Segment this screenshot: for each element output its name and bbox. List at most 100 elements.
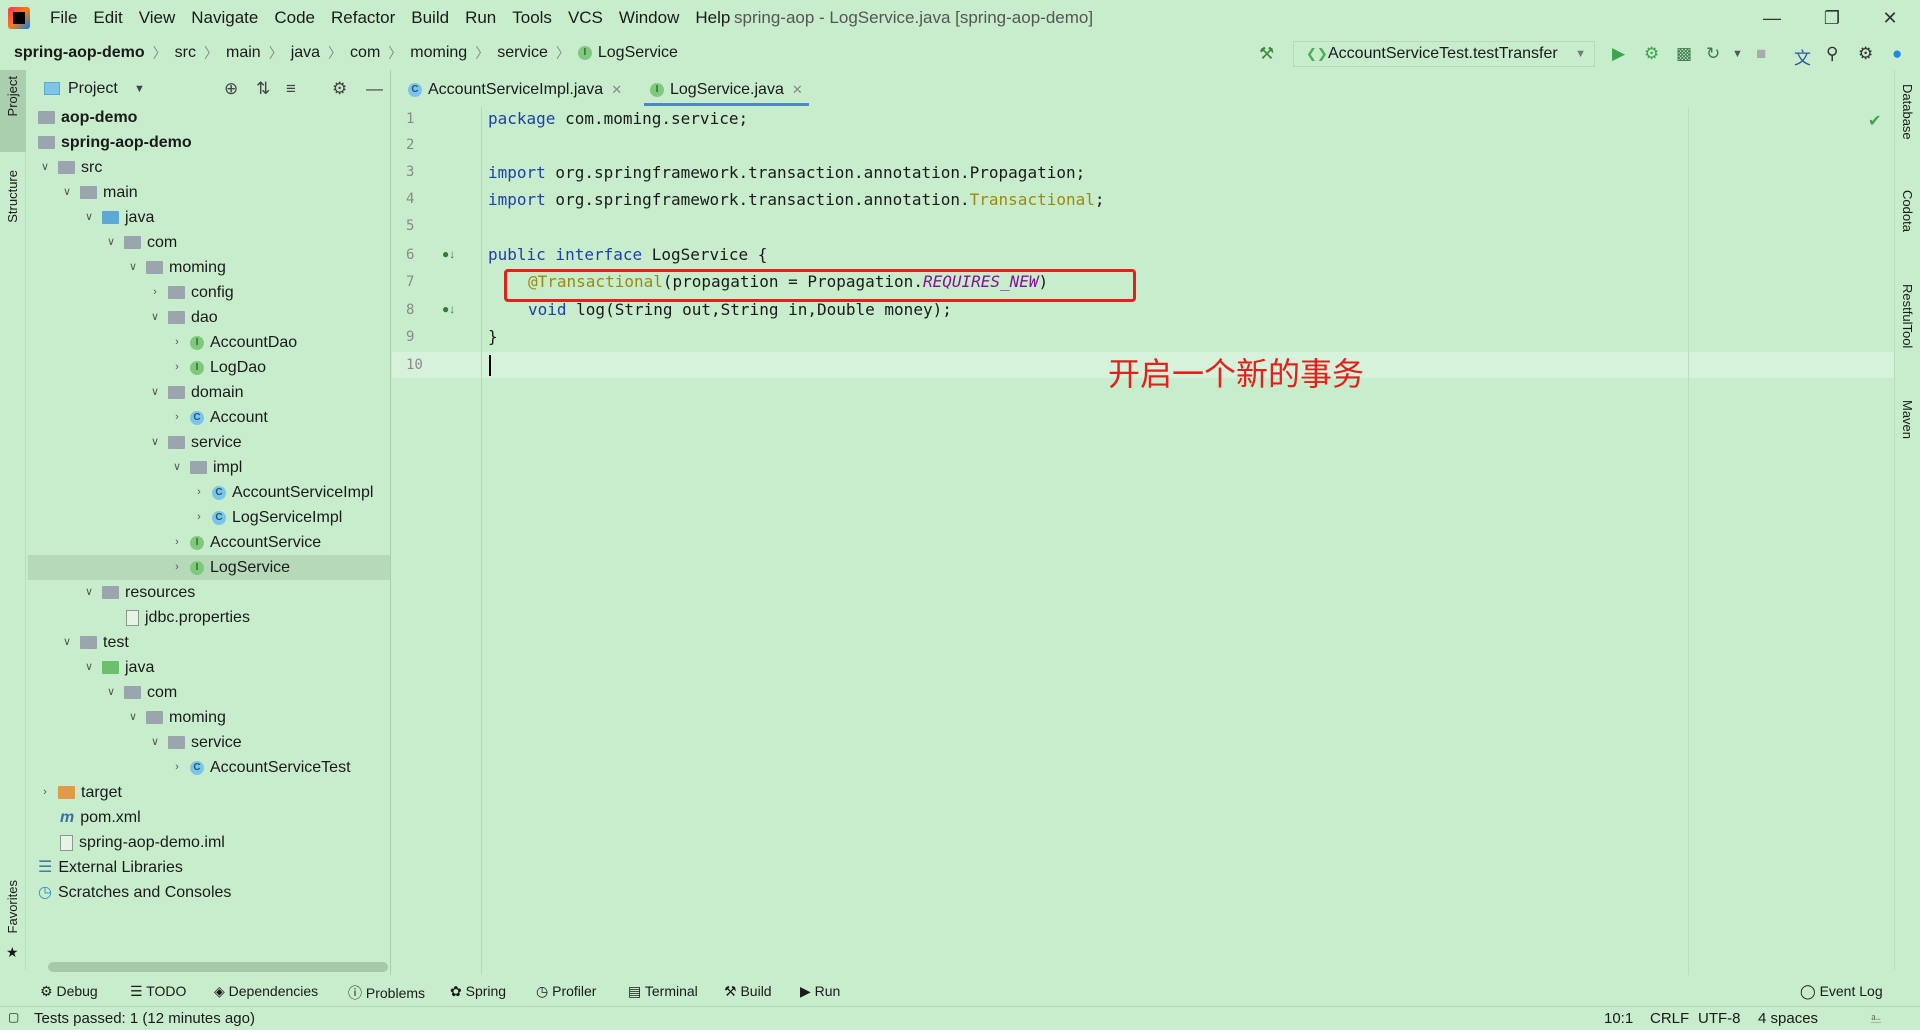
inspection-ok-check-icon[interactable]: ✔	[1868, 111, 1881, 131]
locate-target-icon[interactable]: ⊕	[224, 79, 238, 99]
stop-icon[interactable]: ■	[1756, 44, 1766, 64]
tree-node-main[interactable]: ∨ main	[60, 180, 138, 205]
chevron-right-icon[interactable]: ›	[170, 555, 184, 580]
restfultool-tool-button[interactable]: RestfulTool	[1900, 284, 1915, 348]
tree-node-pom-xml[interactable]: m pom.xml	[60, 805, 141, 830]
chevron-right-icon[interactable]: ›	[170, 355, 184, 380]
status-message[interactable]: Tests passed: 1 (12 minutes ago)	[34, 1010, 255, 1027]
tree-node-config[interactable]: › config	[148, 280, 234, 305]
profiler-icon[interactable]: ↻	[1706, 44, 1720, 64]
tree-node-impl[interactable]: ∨ impl	[170, 455, 242, 480]
chevron-down-icon[interactable]: ∨	[82, 205, 96, 230]
tree-node-logserviceimpl[interactable]: › C LogServiceImpl	[192, 505, 342, 530]
chevron-down-icon[interactable]: ∨	[148, 730, 162, 755]
tree-node-external-libraries[interactable]: ☰ External Libraries	[38, 855, 183, 880]
chevron-right-icon[interactable]: ›	[192, 505, 206, 530]
code-editor[interactable]: 1 2 3 4 5 6 7 8 9 10 ●↓ ●↓ package com.m…	[392, 107, 1894, 975]
tree-node-resources[interactable]: ∨ resources	[82, 580, 195, 605]
debug-bug-icon[interactable]: ⚙	[1644, 44, 1659, 64]
breadcrumb-project[interactable]: spring-aop-demo	[14, 44, 145, 62]
maven-tool-button[interactable]: Maven	[1900, 400, 1915, 439]
tree-node-test-java[interactable]: ∨ java	[82, 655, 154, 680]
problems-tool-button[interactable]: ⓘ Problems	[348, 983, 425, 1003]
database-tool-button[interactable]: Database	[1900, 84, 1915, 140]
tree-node-domain[interactable]: ∨ domain	[148, 380, 244, 405]
breadcrumb-src[interactable]: src	[175, 44, 196, 62]
settings-gear-icon[interactable]: ⚙	[332, 79, 347, 99]
profiler-tool-button[interactable]: ◷ Profiler	[536, 983, 596, 1000]
implemented-gutter-icon[interactable]: ●↓	[442, 302, 455, 316]
chevron-down-icon[interactable]: ∨	[126, 255, 140, 280]
chevron-down-icon[interactable]: ∨	[104, 680, 118, 705]
breadcrumb-service[interactable]: service	[497, 44, 548, 62]
chevron-right-icon[interactable]: ›	[192, 480, 206, 505]
chevron-right-icon[interactable]: ›	[170, 330, 184, 355]
tree-node-src[interactable]: ∨ src	[38, 155, 102, 180]
dependencies-tool-button[interactable]: ◈ Dependencies	[214, 983, 318, 1000]
toolbox-icon[interactable]: ●	[1892, 44, 1902, 64]
menu-edit[interactable]: Edit	[85, 8, 130, 28]
tree-node-account[interactable]: › C Account	[170, 405, 268, 430]
chevron-down-icon[interactable]: ∨	[104, 230, 118, 255]
project-panel-title[interactable]: Project	[68, 80, 118, 98]
menu-run[interactable]: Run	[457, 8, 504, 28]
settings-gear-icon[interactable]: ⚙	[1858, 44, 1873, 64]
breadcrumb-moming[interactable]: moming	[410, 44, 467, 62]
tree-node-moming[interactable]: ∨ moming	[126, 255, 226, 280]
layout-toggle-icon[interactable]: ▢	[8, 1010, 19, 1024]
expand-all-icon[interactable]: ⇅	[256, 79, 270, 99]
tree-node-accountservice[interactable]: › I AccountService	[170, 530, 321, 555]
search-icon[interactable]: ⚲	[1826, 44, 1838, 64]
chevron-right-icon[interactable]: ›	[170, 755, 184, 780]
close-icon[interactable]: ✕	[1870, 4, 1910, 32]
chevron-down-icon[interactable]: ∨	[82, 655, 96, 680]
breadcrumb-logservice[interactable]: LogService	[598, 44, 678, 62]
tab-accountserviceimpl[interactable]: C AccountServiceImpl.java ✕	[402, 76, 628, 106]
tree-node-test-service[interactable]: ∨ service	[148, 730, 242, 755]
panel-divider[interactable]	[390, 70, 391, 975]
todo-tool-button[interactable]: ☰ TODO	[130, 983, 186, 1000]
tree-node-logservice[interactable]: › I LogService	[28, 555, 390, 580]
breadcrumb-java[interactable]: java	[291, 44, 320, 62]
chevron-right-icon[interactable]: ›	[38, 780, 52, 805]
tree-node-target[interactable]: › target	[38, 780, 122, 805]
breadcrumb-com[interactable]: com	[350, 44, 380, 62]
terminal-tool-button[interactable]: ▤ Terminal	[628, 983, 698, 1000]
tree-node-spring-aop-demo[interactable]: spring-aop-demo	[38, 130, 192, 155]
menu-vcs[interactable]: VCS	[560, 8, 611, 28]
chevron-down-icon[interactable]: ∨	[38, 155, 52, 180]
project-tool-button[interactable]: Project	[5, 76, 20, 116]
chevron-down-icon[interactable]: ∨	[82, 580, 96, 605]
implemented-gutter-icon[interactable]: ●↓	[442, 247, 455, 261]
spring-tool-button[interactable]: ✿ Spring	[450, 983, 506, 1000]
menu-window[interactable]: Window	[611, 8, 687, 28]
menu-navigate[interactable]: Navigate	[183, 8, 266, 28]
codota-tool-button[interactable]: Codota	[1900, 190, 1915, 232]
menu-help[interactable]: Help	[687, 8, 738, 28]
menu-refactor[interactable]: Refactor	[323, 8, 403, 28]
tree-node-java[interactable]: ∨ java	[82, 205, 154, 230]
restore-icon[interactable]: ❐	[1812, 4, 1852, 32]
run-icon[interactable]: ▶	[1612, 44, 1625, 64]
close-tab-icon[interactable]: ✕	[611, 82, 622, 97]
tree-node-iml[interactable]: spring-aop-demo.iml	[60, 830, 225, 855]
hide-panel-icon[interactable]: —	[366, 79, 383, 99]
collapse-all-icon[interactable]: ≡	[286, 79, 296, 99]
chevron-right-icon[interactable]: ›	[170, 405, 184, 430]
menu-tools[interactable]: Tools	[504, 8, 560, 28]
caret-position[interactable]: 10:1	[1604, 1010, 1633, 1027]
build-hammer-icon[interactable]: ⚒	[1259, 44, 1274, 64]
build-tool-button[interactable]: ⚒ Build	[724, 983, 772, 1000]
chevron-right-icon[interactable]: ›	[170, 530, 184, 555]
tree-node-jdbc-properties[interactable]: jdbc.properties	[126, 605, 250, 630]
tree-node-com[interactable]: ∨ com	[104, 230, 177, 255]
chevron-down-icon[interactable]: ∨	[60, 630, 74, 655]
tree-node-scratches[interactable]: ◷ Scratches and Consoles	[38, 880, 231, 905]
run-tool-button[interactable]: ▶ Run	[800, 983, 840, 1000]
file-encoding[interactable]: UTF-8	[1698, 1010, 1741, 1027]
tree-node-accountserviceimpl[interactable]: › C AccountServiceImpl	[192, 480, 373, 505]
chevron-down-icon[interactable]: ∨	[148, 380, 162, 405]
chevron-down-icon[interactable]: ∨	[126, 705, 140, 730]
run-configuration-select[interactable]: ❮❯ AccountServiceTest.testTransfer ▼	[1293, 41, 1595, 67]
minimize-icon[interactable]: —	[1752, 4, 1792, 32]
